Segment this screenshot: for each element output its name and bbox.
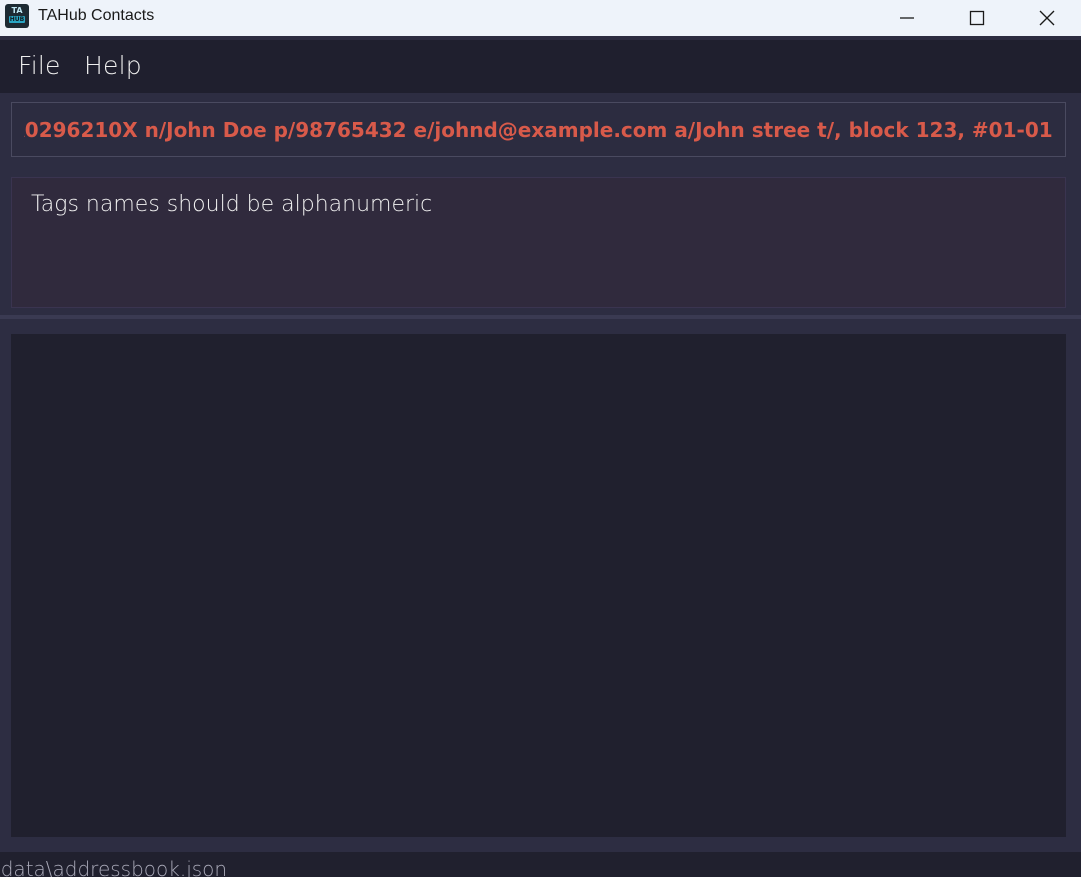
minimize-icon <box>900 17 914 19</box>
command-box-container <box>0 93 1081 165</box>
title-bar[interactable]: TA HUB TAHub Contacts <box>0 0 1081 36</box>
app-logo-icon: TA HUB <box>5 4 29 28</box>
result-message: Tags names should be alphanumeric <box>31 192 433 217</box>
close-icon <box>1039 10 1055 26</box>
person-list-panel[interactable] <box>11 334 1066 837</box>
app-logo-text-bottom: HUB <box>9 16 25 23</box>
result-display[interactable]: Tags names should be alphanumeric <box>11 177 1066 308</box>
maximize-button[interactable] <box>942 0 1012 36</box>
command-input[interactable] <box>12 103 1065 156</box>
close-button[interactable] <box>1012 0 1081 36</box>
maximize-icon <box>969 10 985 26</box>
status-bar: \data\addressbook.json <box>0 852 1081 877</box>
menu-file[interactable]: File <box>18 51 61 80</box>
result-display-container: Tags names should be alphanumeric <box>0 165 1081 315</box>
person-list-container <box>0 319 1081 852</box>
app-logo-text-top: TA <box>11 6 23 15</box>
window-title: TAHub Contacts <box>38 7 155 24</box>
app-window: TA HUB TAHub Contacts File Help /A029621… <box>0 0 1081 877</box>
command-box[interactable] <box>11 102 1066 157</box>
minimize-button[interactable] <box>872 0 942 36</box>
save-location-path: \data\addressbook.json <box>0 857 228 877</box>
menu-bar: File Help <box>0 40 1081 93</box>
menu-help[interactable]: Help <box>84 51 142 80</box>
